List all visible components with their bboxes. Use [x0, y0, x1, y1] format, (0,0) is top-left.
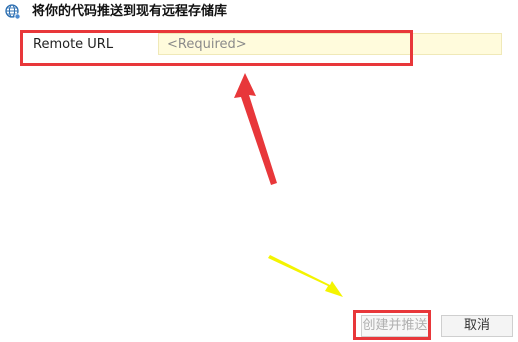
remote-url-input[interactable] [158, 33, 502, 55]
dialog-header: 将你的代码推送到现有远程存储库 [0, 0, 518, 24]
dialog-title: 将你的代码推送到现有远程存储库 [32, 4, 228, 19]
cancel-button[interactable]: 取消 [441, 315, 513, 337]
create-and-push-button[interactable]: 创建并推送 [361, 315, 429, 337]
red-arrow-icon [234, 73, 277, 185]
yellow-arrow-icon [268, 255, 343, 297]
remote-url-label: Remote URL [33, 37, 114, 52]
globe-network-icon [5, 4, 21, 20]
